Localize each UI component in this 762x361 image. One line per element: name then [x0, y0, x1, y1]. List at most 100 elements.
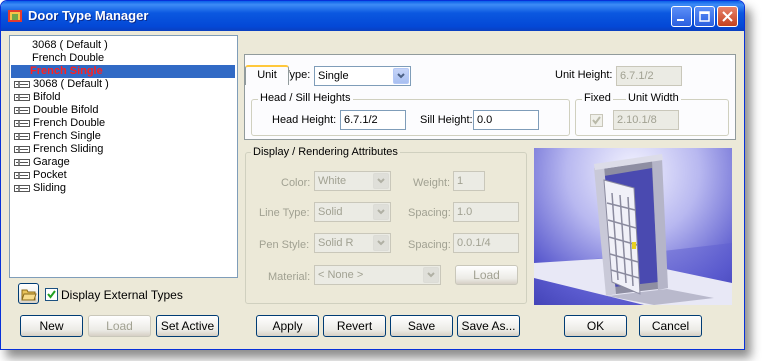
list-item[interactable]: French Double: [32, 52, 104, 65]
head-height-label: Head Height:: [272, 114, 337, 126]
chevron-down-icon: [373, 173, 389, 189]
unit-width-field[interactable]: 2.10.1/8: [613, 110, 679, 130]
width-group: Fixed Unit Width 2.10.1/8: [575, 92, 729, 136]
color-label: Color:: [281, 177, 311, 189]
maximize-button[interactable]: [694, 6, 715, 27]
display-attributes-group: Display / Rendering Attributes Color: Wh…: [245, 146, 527, 304]
unit-width-label: Unit Width: [626, 92, 681, 104]
head-sill-title: Head / Sill Heights: [258, 92, 353, 104]
head-height-field[interactable]: 6.7.1/2: [340, 110, 406, 130]
door-preview: [534, 148, 732, 305]
revert-button[interactable]: Revert: [323, 315, 386, 337]
unit-tab-page: Unit Type: Single Unit Height: 6.7.1/2 H…: [244, 54, 736, 140]
open-folder-button[interactable]: [18, 283, 39, 304]
title-bar[interactable]: Door Type Manager: [1, 1, 744, 31]
save-button[interactable]: Save: [390, 315, 453, 337]
spacing-field-2[interactable]: 0.0.1/4: [453, 233, 519, 253]
list-item-label: Sliding: [33, 182, 67, 194]
door-type-icon: [14, 156, 33, 168]
fixed-checkbox[interactable]: [590, 114, 603, 127]
window-title: Door Type Manager: [28, 8, 149, 23]
spacing-field-1[interactable]: 1.0: [453, 202, 519, 222]
spacing-label-1: Spacing:: [408, 207, 451, 219]
list-item-label: 3068 ( Default ): [33, 78, 109, 90]
material-select[interactable]: < None >: [314, 265, 441, 285]
door-type-icon: [14, 169, 33, 181]
list-item[interactable]: Pocket: [14, 169, 67, 182]
list-item-label: French Double: [33, 117, 106, 129]
list-item-label: Pocket: [33, 169, 67, 181]
door-render-image: [534, 154, 732, 305]
list-item-label: French Double: [32, 52, 105, 64]
pen-style-select[interactable]: Solid R: [314, 233, 391, 253]
list-item[interactable]: 3068 ( Default ): [14, 78, 109, 91]
chevron-down-icon: [393, 68, 409, 84]
apply-button[interactable]: Apply: [256, 315, 319, 337]
list-item-label: French Sliding: [33, 143, 104, 155]
pen-style-label: Pen Style:: [259, 239, 310, 251]
unit-height-label: Unit Height:: [555, 69, 613, 81]
door-type-icon: [14, 182, 33, 194]
folder-icon: [20, 289, 37, 304]
fixed-label: Fixed: [582, 92, 613, 104]
line-type-select[interactable]: Solid: [314, 202, 391, 222]
minimize-button[interactable]: [671, 6, 692, 27]
unit-type-select[interactable]: Single: [314, 66, 411, 86]
pen-style-value: Solid R: [318, 237, 354, 249]
door-type-manager-window: Door Type Manager 3068 ( Default ) French…: [0, 0, 745, 350]
list-item[interactable]: French Double: [14, 117, 105, 130]
line-type-value: Solid: [318, 206, 343, 218]
door-type-list[interactable]: 3068 ( Default ) French Double French Sing…: [9, 35, 238, 278]
list-item[interactable]: Garage: [14, 156, 70, 169]
load-button[interactable]: Load: [88, 315, 151, 337]
display-external-label: Display External Types: [61, 288, 183, 302]
color-select[interactable]: White: [314, 171, 391, 191]
door-type-icon: [14, 143, 33, 155]
list-item[interactable]: Sliding: [14, 182, 66, 195]
sill-height-label: Sill Height:: [420, 114, 473, 126]
door-type-icon: [14, 91, 33, 103]
ok-button[interactable]: OK: [564, 315, 627, 337]
weight-field[interactable]: 1: [453, 171, 485, 191]
line-type-label: Line Type:: [259, 207, 310, 219]
weight-label: Weight:: [413, 177, 451, 189]
new-button[interactable]: New: [20, 315, 83, 337]
tab-unit[interactable]: Unit: [245, 65, 289, 85]
close-button[interactable]: [717, 6, 738, 27]
list-item-label: 3068 ( Default ): [32, 39, 108, 51]
material-load-button[interactable]: Load: [455, 265, 518, 285]
list-item-label: French Single: [30, 65, 103, 77]
list-item[interactable]: Double Bifold: [14, 104, 98, 117]
display-external-checkbox[interactable]: [45, 288, 58, 301]
list-item-label: Double Bifold: [33, 104, 99, 116]
list-item[interactable]: French Single: [14, 130, 101, 143]
dialog-body: 3068 ( Default ) French Double French Sing…: [1, 31, 744, 349]
door-type-icon: [14, 130, 33, 142]
door-type-icon: [14, 104, 33, 116]
chevron-down-icon: [373, 235, 389, 251]
list-item[interactable]: French Sliding: [14, 143, 103, 156]
chevron-down-icon: [423, 267, 439, 283]
list-item-label: Bifold: [33, 91, 61, 103]
spacing-label-2: Spacing:: [408, 239, 451, 251]
chevron-down-icon: [373, 204, 389, 220]
unit-type-value: Single: [318, 70, 349, 82]
unit-height-field[interactable]: 6.7.1/2: [616, 66, 682, 86]
door-type-icon: [14, 78, 33, 90]
material-value: < None >: [318, 269, 364, 281]
list-item[interactable]: Bifold: [14, 91, 61, 104]
app-icon: [7, 8, 23, 24]
color-value: White: [318, 175, 347, 187]
list-item-label: Garage: [33, 156, 70, 168]
list-item[interactable]: French Single: [11, 65, 235, 78]
door-type-icon: [14, 117, 33, 129]
save-as-button[interactable]: Save As...: [457, 315, 520, 337]
material-label: Material:: [268, 271, 311, 283]
display-attributes-title: Display / Rendering Attributes: [251, 146, 400, 158]
sill-height-field[interactable]: 0.0: [473, 110, 539, 130]
list-item[interactable]: 3068 ( Default ): [32, 39, 108, 52]
list-item-label: French Single: [33, 130, 101, 142]
head-sill-group: Head / Sill Heights Head Height: 6.7.1/2…: [251, 92, 570, 136]
set-active-button[interactable]: Set Active: [156, 315, 219, 337]
cancel-button[interactable]: Cancel: [639, 315, 702, 337]
